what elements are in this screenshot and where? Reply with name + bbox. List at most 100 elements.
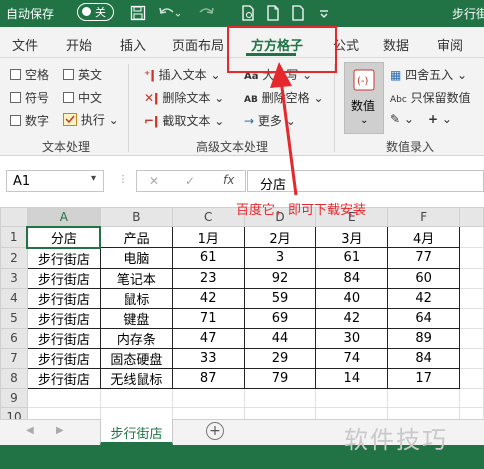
row-header[interactable]: 6 — [0, 327, 28, 349]
row-header[interactable]: 8 — [0, 367, 28, 389]
cell[interactable]: 77 — [387, 247, 461, 269]
cell[interactable] — [459, 247, 484, 269]
cell[interactable]: 30 — [315, 327, 389, 349]
cell[interactable] — [459, 327, 484, 349]
prev-sheet-icon[interactable]: ◀ — [26, 425, 34, 436]
cell[interactable]: 84 — [387, 347, 461, 369]
add-sheet-icon[interactable]: + — [206, 422, 224, 440]
cell[interactable]: 87 — [171, 367, 245, 389]
cell[interactable]: 64 — [387, 307, 461, 329]
delete-space-button[interactable]: AB 删除空格 ⌄ — [244, 89, 324, 106]
checkbox-space[interactable]: 空格 — [10, 66, 49, 83]
delete-text-button[interactable]: ✕ǀ 删除文本 ⌄ — [144, 89, 224, 106]
cell[interactable] — [459, 347, 484, 369]
round-button[interactable]: ▦ 四舍五入 ⌄ — [390, 66, 467, 83]
column-header[interactable]: B — [99, 207, 173, 227]
cell[interactable] — [99, 387, 173, 408]
cell[interactable]: 92 — [243, 267, 317, 289]
tab-review[interactable]: 审阅 — [437, 35, 463, 54]
cell[interactable]: 固态硬盘 — [99, 347, 173, 369]
column-header[interactable]: F — [387, 207, 461, 227]
cell[interactable]: 89 — [387, 327, 461, 349]
value-button[interactable]: (-) 数值 ⌄ — [344, 62, 384, 134]
autosave-toggle[interactable]: 关 — [77, 3, 114, 21]
spreadsheet-grid[interactable]: A B C D E F 1 分店 产品 1月 2月 3月 4月 2 步行街店 电… — [0, 207, 484, 446]
cell[interactable] — [315, 387, 389, 408]
more-button[interactable]: → 更多 ⌄ — [244, 112, 296, 129]
enter-icon[interactable]: ✓ — [185, 174, 195, 188]
cell[interactable] — [459, 387, 484, 408]
column-header[interactable]: C — [171, 207, 245, 227]
add-button[interactable]: + ⌄ — [428, 112, 452, 126]
cell[interactable]: 60 — [387, 267, 461, 289]
tab-insert[interactable]: 插入 — [120, 35, 146, 54]
cell[interactable]: 键盘 — [99, 307, 173, 329]
cell[interactable]: 69 — [243, 307, 317, 329]
cell[interactable] — [459, 367, 484, 389]
keep-value-button[interactable]: Abc 只保留数值 — [390, 89, 471, 106]
checkbox-english[interactable]: 英文 — [63, 66, 102, 83]
cell[interactable]: 42 — [315, 307, 389, 329]
customize-toolbar-icon[interactable] — [318, 7, 330, 23]
tab-file[interactable]: 文件 — [12, 35, 38, 54]
edit-format-button[interactable]: ✎ ⌄ — [390, 112, 414, 126]
tab-data[interactable]: 数据 — [383, 35, 409, 54]
cell[interactable] — [459, 226, 484, 248]
cancel-icon[interactable]: ✕ — [149, 174, 159, 188]
cell[interactable]: 42 — [171, 287, 245, 309]
cell[interactable]: 分店 — [26, 225, 102, 249]
cell[interactable] — [459, 267, 484, 289]
formula-input[interactable]: 分店 — [247, 170, 484, 193]
undo-icon[interactable] — [158, 5, 181, 25]
cell[interactable]: 2月 — [243, 226, 317, 248]
cell[interactable]: 步行街店 — [26, 287, 101, 309]
cell[interactable]: 29 — [243, 347, 317, 369]
cell[interactable]: 74 — [315, 347, 389, 369]
cell[interactable] — [387, 387, 461, 408]
cell[interactable] — [26, 387, 101, 408]
row-header[interactable]: 9 — [0, 387, 28, 408]
column-header[interactable] — [459, 207, 484, 227]
cell[interactable]: 42 — [387, 287, 461, 309]
cell[interactable]: 59 — [243, 287, 317, 309]
cell[interactable] — [171, 387, 245, 408]
cell[interactable]: 笔记本 — [99, 267, 173, 289]
cell[interactable]: 44 — [243, 327, 317, 349]
row-header[interactable]: 5 — [0, 307, 28, 329]
cell[interactable]: 步行街店 — [26, 367, 101, 389]
cell[interactable]: 79 — [243, 367, 317, 389]
row-header[interactable]: 7 — [0, 347, 28, 369]
row-header[interactable]: 4 — [0, 287, 28, 309]
cell[interactable]: 47 — [171, 327, 245, 349]
cell[interactable] — [459, 287, 484, 309]
save-icon[interactable] — [130, 5, 146, 25]
cell[interactable]: 电脑 — [99, 247, 173, 269]
insert-text-button[interactable]: ⁺ǀ 插入文本 ⌄ — [144, 66, 221, 83]
sheet-tab[interactable]: 步行街店 — [100, 419, 173, 445]
cell[interactable]: 步行街店 — [26, 307, 101, 329]
checkbox-symbol[interactable]: 符号 — [10, 89, 49, 106]
tab-page-layout[interactable]: 页面布局 — [172, 35, 224, 54]
cell[interactable]: 步行街店 — [26, 347, 101, 369]
cell[interactable]: 内存条 — [99, 327, 173, 349]
checkbox-chinese[interactable]: 中文 — [63, 89, 102, 106]
row-header[interactable]: 3 — [0, 267, 28, 289]
tab-home[interactable]: 开始 — [66, 35, 92, 54]
row-header[interactable]: 1 — [0, 226, 28, 248]
cell[interactable]: 步行街店 — [26, 247, 101, 269]
execute-button[interactable]: 执行 ⌄ — [63, 111, 119, 128]
cell[interactable]: 14 — [315, 367, 389, 389]
cell[interactable]: 71 — [171, 307, 245, 329]
name-box[interactable]: A1 ▾ — [6, 170, 104, 192]
cell[interactable]: 23 — [171, 267, 245, 289]
cell[interactable]: 61 — [171, 247, 245, 269]
checkbox-number[interactable]: 数字 — [10, 112, 49, 129]
cell[interactable] — [243, 387, 317, 408]
redo-icon[interactable] — [197, 5, 219, 25]
new-file-icon[interactable] — [265, 5, 281, 25]
select-all-corner[interactable] — [0, 207, 28, 227]
insert-function-icon[interactable]: fx — [223, 173, 234, 187]
cell[interactable]: 4月 — [387, 226, 461, 248]
cell[interactable] — [459, 307, 484, 329]
cell[interactable]: 84 — [315, 267, 389, 289]
